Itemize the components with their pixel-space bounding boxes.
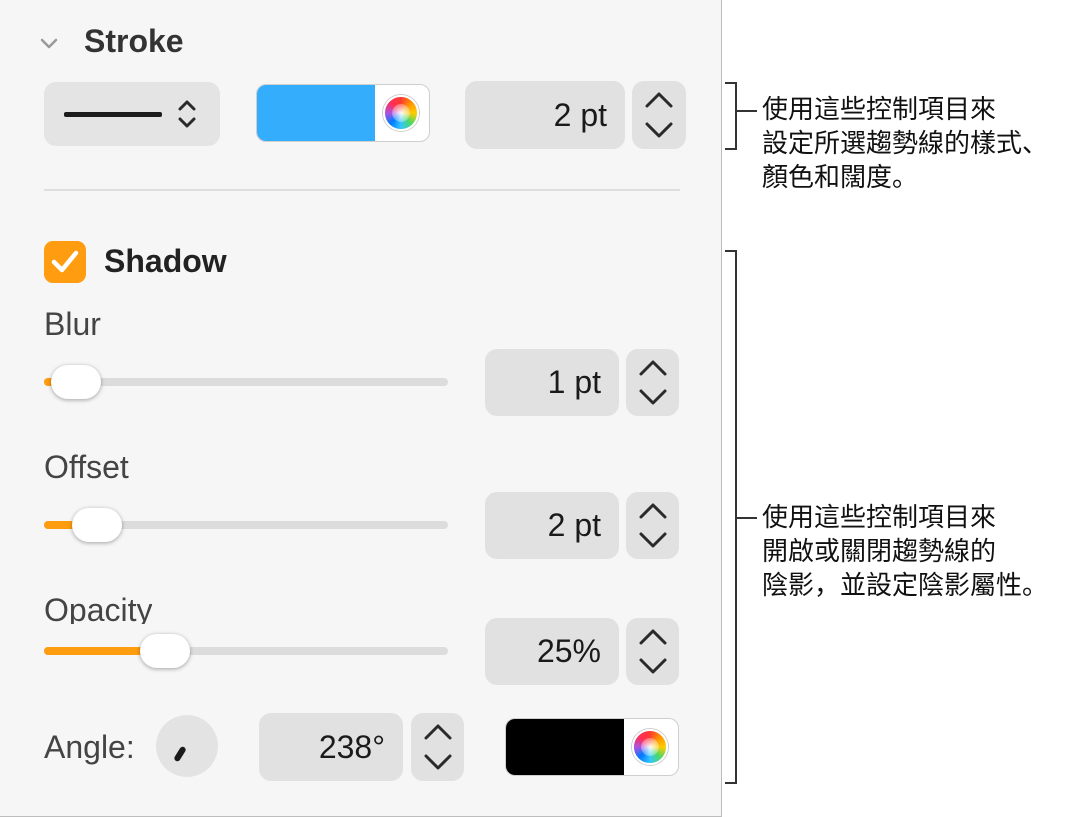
color-wheel-icon[interactable]	[383, 95, 419, 131]
offset-slider-knob[interactable]	[72, 508, 123, 542]
shadow-callout-bracket	[725, 250, 737, 784]
opacity-slider-knob[interactable]	[139, 634, 190, 668]
section-divider	[44, 189, 680, 191]
shadow-callout-tick	[737, 517, 757, 519]
angle-stepper[interactable]	[411, 713, 464, 781]
chevron-down-icon[interactable]	[638, 388, 668, 406]
stroke-callout-tick	[737, 110, 757, 112]
chevron-down-icon[interactable]	[638, 657, 668, 675]
stroke-callout-line: 使用這些控制項目來	[762, 94, 997, 124]
shadow-section-title[interactable]: Shadow	[104, 243, 227, 280]
stroke-callout-line: 顏色和闊度。	[762, 162, 919, 192]
blur-value-field[interactable]: 1 pt	[485, 349, 619, 416]
shadow-color-swatch[interactable]	[506, 719, 624, 775]
blur-label: Blur	[44, 306, 101, 342]
opacity-value-field[interactable]: 25%	[485, 618, 619, 685]
opacity-stepper[interactable]	[626, 618, 679, 685]
chevron-down-icon[interactable]	[638, 531, 668, 549]
stroke-style-line-preview	[64, 112, 162, 117]
offset-slider[interactable]	[44, 508, 448, 542]
stroke-color-well[interactable]	[256, 84, 430, 142]
chevron-up-icon[interactable]	[638, 502, 668, 520]
offset-value-field[interactable]: 2 pt	[485, 492, 619, 559]
color-wheel-icon[interactable]	[632, 729, 668, 765]
stroke-section-title[interactable]: Stroke	[84, 23, 184, 60]
chevron-up-icon[interactable]	[638, 628, 668, 646]
stroke-width-field[interactable]: 2 pt	[465, 81, 625, 149]
angle-label: Angle:	[44, 729, 135, 765]
stroke-width-stepper[interactable]	[632, 81, 686, 149]
chevron-up-icon[interactable]	[638, 359, 668, 377]
checkmark-icon	[51, 250, 79, 273]
stroke-callout-line: 設定所選趨勢線的樣式、	[762, 128, 1049, 158]
chevron-up-icon[interactable]	[644, 91, 674, 109]
shadow-callout-line: 陰影，並設定陰影屬性。	[762, 570, 1049, 600]
blur-slider-knob[interactable]	[51, 365, 102, 399]
chevron-down-icon[interactable]	[38, 32, 60, 54]
opacity-slider[interactable]	[44, 634, 448, 668]
angle-value-field[interactable]: 238°	[259, 713, 403, 781]
angle-dial-indicator	[173, 745, 187, 763]
stroke-color-swatch[interactable]	[257, 85, 375, 141]
stroke-callout-text: 使用這些控制項目來 設定所選趨勢線的樣式、 顏色和闊度。	[762, 92, 1048, 194]
blur-stepper[interactable]	[626, 349, 679, 416]
chevron-down-icon[interactable]	[644, 121, 674, 139]
shadow-checkbox[interactable]	[44, 241, 86, 283]
opacity-label: Opacity	[44, 592, 153, 624]
shadow-color-well[interactable]	[505, 718, 679, 776]
offset-stepper[interactable]	[626, 492, 679, 559]
shadow-callout-line: 開啟或關閉趨勢線的	[762, 536, 997, 566]
angle-dial[interactable]	[156, 715, 218, 777]
format-sidebar: Stroke 2 pt Shadow Blur 1 pt Offset 2 pt…	[0, 0, 722, 817]
shadow-callout-text: 使用這些控制項目來 開啟或關閉趨勢線的 陰影，並設定陰影屬性。	[762, 500, 1048, 602]
stroke-callout-bracket	[725, 82, 737, 150]
offset-label: Offset	[44, 449, 129, 485]
updown-chevron-icon	[178, 100, 196, 128]
chevron-up-icon[interactable]	[423, 723, 453, 741]
chevron-down-icon[interactable]	[423, 753, 453, 771]
shadow-callout-line: 使用這些控制項目來	[762, 502, 997, 532]
stroke-style-popup[interactable]	[44, 82, 220, 146]
blur-slider[interactable]	[44, 365, 448, 399]
